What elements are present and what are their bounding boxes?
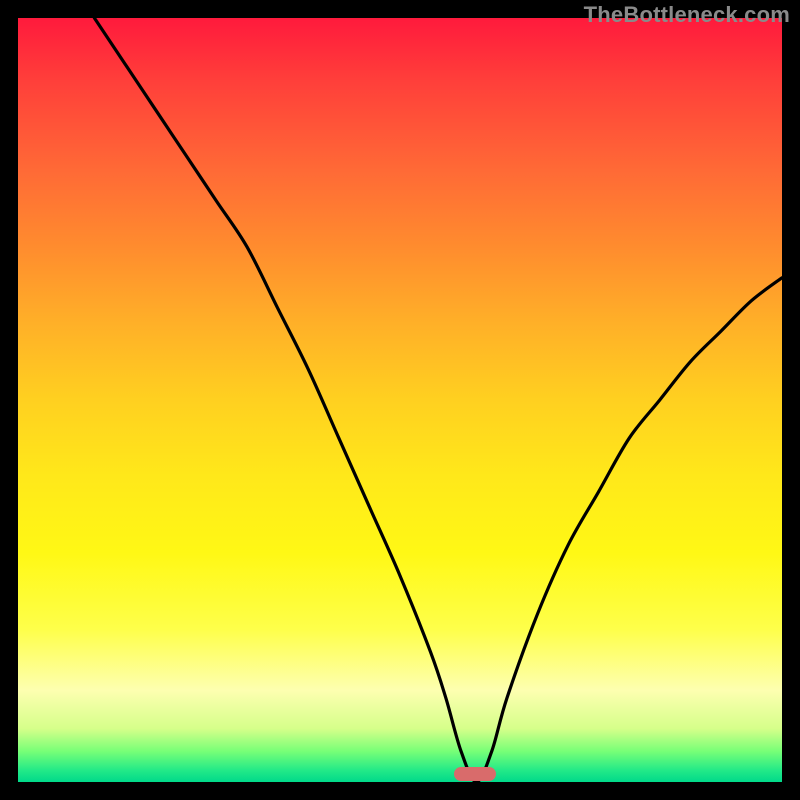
optimum-marker	[454, 767, 496, 781]
chart-container: TheBottleneck.com	[0, 0, 800, 800]
bottleneck-curve	[18, 18, 782, 782]
watermark-text: TheBottleneck.com	[584, 2, 790, 28]
chart-plot-area	[18, 18, 782, 782]
